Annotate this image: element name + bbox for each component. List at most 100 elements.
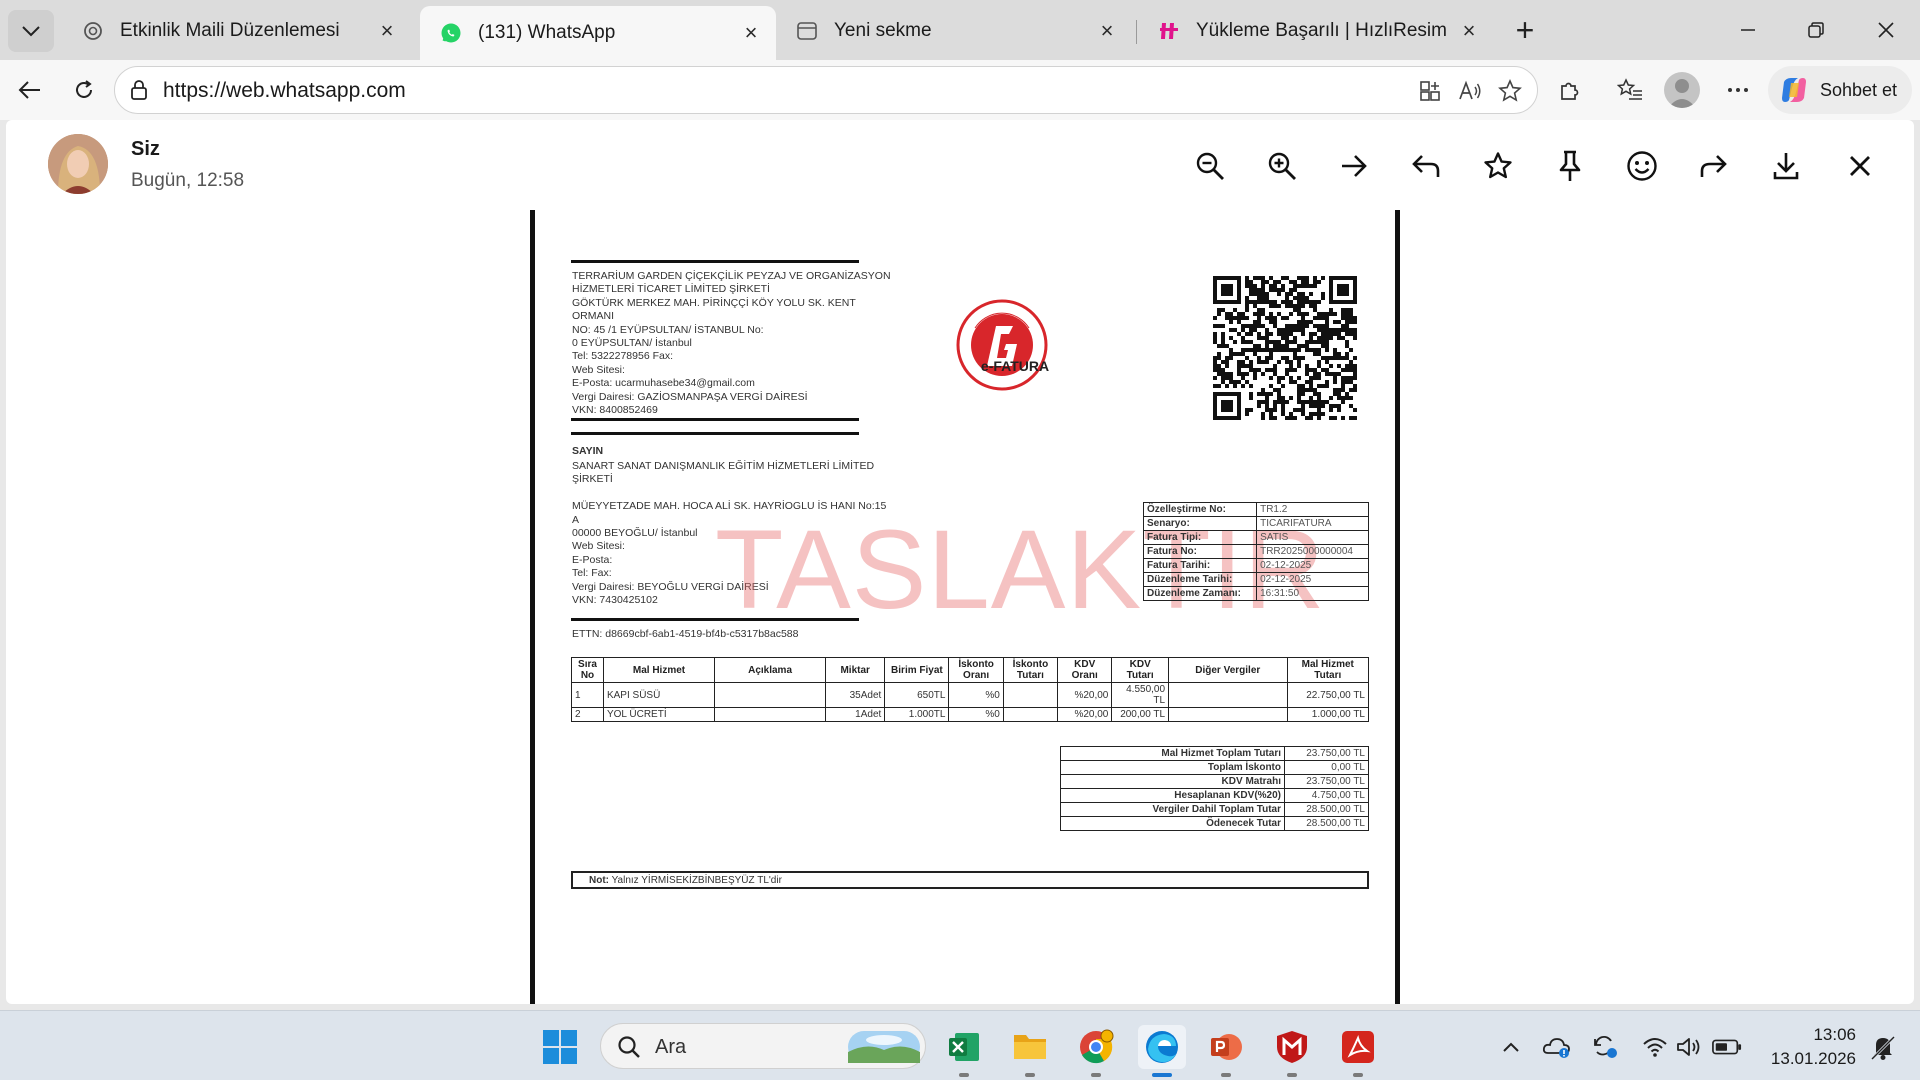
meta-row: Senaryo: TICARIFATURA bbox=[1142, 516, 1369, 531]
tab-whatsapp[interactable]: (131) WhatsApp × bbox=[420, 6, 776, 60]
favorite-star-icon[interactable] bbox=[1497, 78, 1523, 104]
sender-name: Siz bbox=[131, 138, 160, 160]
totals-value: 4.750,00 TL bbox=[1284, 788, 1369, 803]
tab-etkinlik[interactable]: Etkinlik Maili Düzenlemesi × bbox=[62, 8, 412, 54]
taskbar-chrome[interactable] bbox=[1074, 1025, 1118, 1077]
meta-value: TICARIFATURA bbox=[1256, 516, 1369, 531]
zoom-out-button[interactable] bbox=[1190, 146, 1230, 186]
efatura-caption: e-FATURA bbox=[980, 358, 1050, 374]
app-available-icon[interactable] bbox=[1417, 78, 1443, 104]
minimize-button[interactable] bbox=[1728, 12, 1768, 48]
lock-icon[interactable] bbox=[129, 79, 149, 106]
zoom-in-icon bbox=[1268, 152, 1296, 180]
search-icon bbox=[618, 1036, 640, 1058]
taskbar-edge[interactable] bbox=[1138, 1025, 1186, 1077]
header-rule bbox=[571, 418, 859, 421]
reply-button[interactable] bbox=[1406, 146, 1446, 186]
pin-icon bbox=[1559, 150, 1581, 181]
tab-title: (131) WhatsApp bbox=[478, 22, 616, 43]
taskbar-mcafee[interactable] bbox=[1270, 1025, 1314, 1077]
meta-key: Özelleştirme No: bbox=[1142, 502, 1258, 517]
back-button[interactable] bbox=[10, 70, 50, 110]
url-text[interactable]: https://web.whatsapp.com bbox=[163, 79, 406, 103]
star-button[interactable] bbox=[1478, 146, 1518, 186]
whatsapp-icon bbox=[440, 22, 462, 44]
toolbar: https://web.whatsapp.com Sohbet et bbox=[0, 60, 1920, 120]
items-column-header: Mal Hizmet Tutarı bbox=[1286, 657, 1369, 683]
react-button[interactable] bbox=[1622, 146, 1662, 186]
sync-tray[interactable] bbox=[1590, 1033, 1620, 1061]
restore-button[interactable] bbox=[1796, 12, 1836, 48]
tab-close-icon[interactable]: × bbox=[1096, 18, 1118, 43]
copilot-button[interactable]: Sohbet et bbox=[1768, 66, 1912, 114]
invoice-meta-table: Özelleştirme No: TR1.2 Senaryo: TICARIFATUR… bbox=[1142, 502, 1369, 601]
table-cell bbox=[714, 707, 827, 722]
tab-close-icon[interactable]: × bbox=[1458, 18, 1480, 43]
window-close-button[interactable] bbox=[1866, 12, 1906, 48]
running-indicator bbox=[1025, 1073, 1035, 1077]
meta-row: Özelleştirme No: TR1.2 bbox=[1142, 502, 1369, 517]
tab-close-icon[interactable]: × bbox=[740, 20, 762, 45]
favorites-button[interactable] bbox=[1610, 70, 1650, 110]
clock[interactable]: 13:06 13.01.2026 bbox=[1766, 1023, 1856, 1071]
items-column-header: Diğer Vergiler bbox=[1168, 657, 1288, 683]
table-cell: 2 bbox=[571, 707, 604, 722]
table-cell: 200,00 TL bbox=[1111, 707, 1170, 722]
zoom-in-button[interactable] bbox=[1262, 146, 1302, 186]
tab-hizliresim[interactable]: Yükleme Başarılı | HızlıResim × bbox=[1138, 8, 1494, 54]
gib-seal-icon bbox=[956, 299, 1048, 391]
volume-tray[interactable] bbox=[1674, 1033, 1704, 1061]
tab-actions-menu-button[interactable] bbox=[8, 10, 54, 52]
start-button[interactable] bbox=[538, 1025, 582, 1069]
wifi-tray[interactable] bbox=[1640, 1033, 1670, 1061]
invoice-image[interactable]: TERRARİUM GARDEN ÇİÇEKÇİLİK PEYZAJ VE OR… bbox=[530, 210, 1400, 1004]
read-aloud-icon[interactable] bbox=[1457, 78, 1483, 104]
wifi-icon bbox=[1643, 1038, 1667, 1057]
cloud-icon bbox=[1542, 1038, 1570, 1058]
copilot-label: Sohbet et bbox=[1820, 79, 1898, 100]
chevron-down-icon bbox=[22, 26, 40, 37]
battery-tray[interactable] bbox=[1712, 1033, 1742, 1061]
copilot-icon bbox=[1782, 78, 1806, 102]
taskbar-acrobat[interactable] bbox=[1336, 1025, 1380, 1077]
new-tab-button[interactable]: + bbox=[1507, 12, 1543, 48]
table-row: 2 YOL ÜCRETİ 1Adet 1.000TL %0 %20,00 200,00 TL… bbox=[571, 707, 1369, 722]
speaker-icon bbox=[1677, 1038, 1700, 1056]
download-button[interactable] bbox=[1766, 146, 1806, 186]
onedrive-tray[interactable] bbox=[1542, 1033, 1572, 1061]
go-to-message-button[interactable] bbox=[1334, 146, 1374, 186]
close-viewer-button[interactable] bbox=[1840, 146, 1880, 186]
show-hidden-icons-button[interactable] bbox=[1496, 1033, 1526, 1061]
address-bar[interactable]: https://web.whatsapp.com bbox=[114, 66, 1538, 114]
sender-avatar[interactable] bbox=[48, 134, 108, 194]
search-placeholder: Ara bbox=[655, 1036, 687, 1058]
meta-key: Fatura Tarihi: bbox=[1142, 558, 1258, 573]
tab-yeni-sekme[interactable]: Yeni sekme × bbox=[776, 8, 1132, 54]
sync-icon bbox=[1594, 1035, 1617, 1058]
table-cell bbox=[1168, 707, 1288, 722]
extensions-button[interactable] bbox=[1550, 70, 1590, 110]
totals-value: 23.750,00 TL bbox=[1284, 774, 1369, 789]
refresh-button[interactable] bbox=[64, 70, 104, 110]
table-cell: 4.550,00 TL bbox=[1111, 682, 1170, 708]
table-cell: YOL ÜCRETİ bbox=[602, 707, 716, 722]
taskbar-search[interactable]: Ara bbox=[600, 1023, 926, 1069]
tab-close-icon[interactable]: × bbox=[376, 18, 398, 43]
meta-value: TRR2025000000004 bbox=[1256, 544, 1369, 559]
powerpoint-icon bbox=[1211, 1034, 1242, 1060]
taskbar-excel[interactable] bbox=[942, 1025, 986, 1077]
table-cell: 22.750,00 TL bbox=[1286, 682, 1369, 708]
profile-avatar[interactable] bbox=[1664, 72, 1700, 108]
items-column-header: Mal Hizmet bbox=[602, 657, 716, 683]
more-menu-button[interactable] bbox=[1718, 70, 1758, 110]
taskbar-file-explorer[interactable] bbox=[1008, 1025, 1052, 1077]
pin-button[interactable] bbox=[1550, 146, 1590, 186]
running-indicator bbox=[959, 1073, 969, 1077]
tab-title: Yükleme Başarılı | HızlıResim bbox=[1196, 20, 1447, 41]
taskbar-powerpoint[interactable] bbox=[1204, 1025, 1248, 1077]
chevron-up-icon bbox=[1503, 1042, 1519, 1052]
refresh-icon bbox=[76, 80, 92, 98]
profile-person-icon bbox=[1668, 79, 1696, 108]
forward-button[interactable] bbox=[1694, 146, 1734, 186]
notifications-button[interactable] bbox=[1868, 1033, 1898, 1061]
